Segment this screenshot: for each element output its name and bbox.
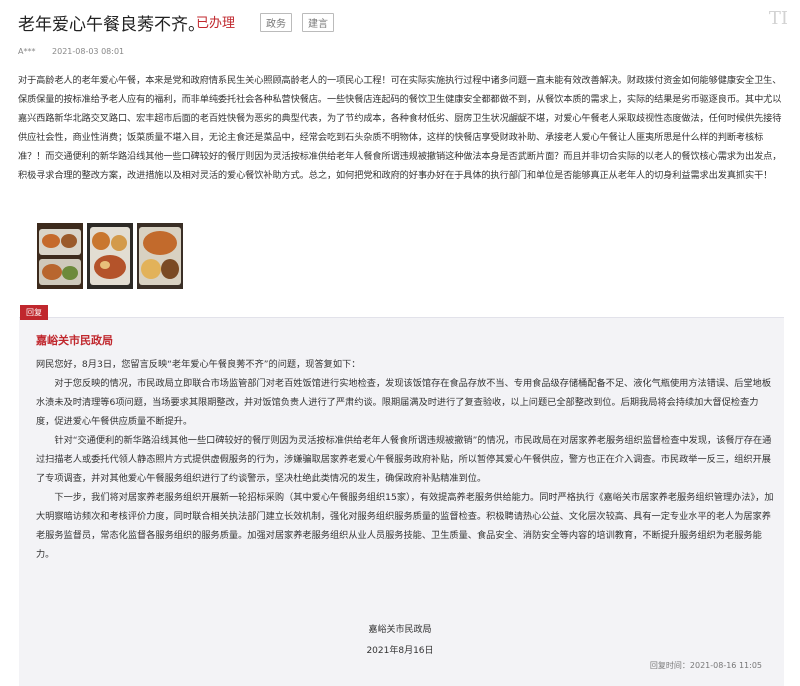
author-name: A*** (18, 47, 36, 56)
reply-paragraph: 对于您反映的情况，市民政局立即联合市场监管部门对老百姓饭馆进行实地检查，发现该饭… (36, 378, 772, 427)
food-photo-icon (37, 223, 83, 289)
post-content: 对于高龄老人的老年爱心午餐，本来是党和政府情系民生关心照顾高龄老人的一项民心工程… (18, 75, 782, 181)
tag-gov[interactable]: 政务 (260, 13, 292, 32)
reply-greeting: 网民您好，8月3日，您留言反映“老年爱心午餐良莠不齐”的问题，现答复如下： (36, 359, 361, 370)
status-badge: 已办理 (196, 16, 236, 31)
post-header: 老年爱心午餐良莠不齐。 已办理 政务 建言 TI (18, 8, 788, 38)
post-date: 2021-08-03 08:01 (52, 47, 125, 56)
food-photo-2[interactable] (87, 223, 133, 289)
food-photo-3[interactable] (137, 223, 183, 289)
reply-org-name: 嘉峪关市民政局 (36, 334, 113, 347)
food-photo-icon (137, 223, 183, 289)
site-logo-icon: TI (768, 8, 788, 29)
tag-suggestion[interactable]: 建言 (302, 13, 334, 32)
page-title: 老年爱心午餐良莠不齐。 (18, 15, 205, 35)
reply-body: 网民您好，8月3日，您留言反映“老年爱心午餐良莠不齐”的问题，现答复如下： 对于… (36, 355, 774, 564)
reply-paragraph: 针对“交通便利的新华路沿线其他一些口碑较好的餐厅则因为灵活按标准供给老年人餐食所… (36, 435, 772, 484)
reply-paragraph: 下一步，我们将对居家养老服务组织开展新一轮招标采购（其中爱心午餐服务组织15家）… (36, 492, 774, 560)
signature-org: 嘉峪关市民政局 (368, 625, 432, 635)
post-meta: A*** 2021-08-03 08:01 (18, 47, 124, 56)
food-photo-icon (87, 223, 133, 289)
reply-tag: 回复 (20, 305, 48, 320)
signature-date: 2021年8月16日 (366, 646, 434, 656)
food-photo-1[interactable] (37, 223, 83, 289)
reply-time: 回复时间：2021-08-16 11:05 (649, 661, 762, 670)
